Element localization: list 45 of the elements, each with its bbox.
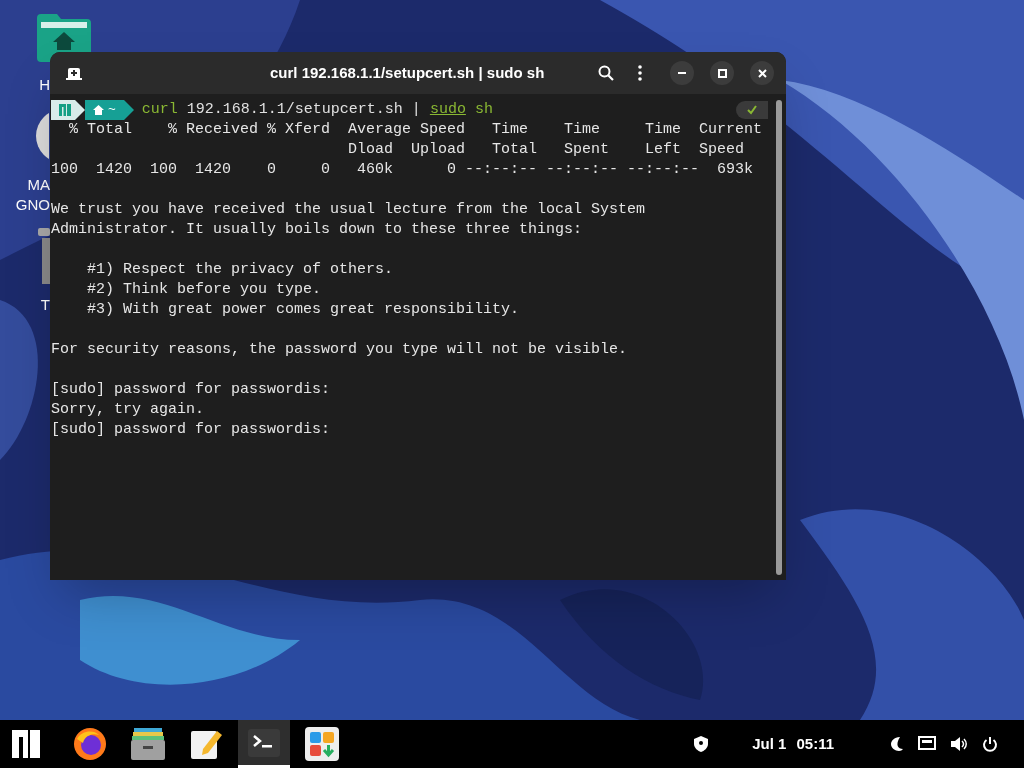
- minimize-button[interactable]: [670, 61, 694, 85]
- terminal-output-line: #2) Think before you type.: [86, 280, 322, 300]
- desktop-icon-label: T: [40, 295, 50, 315]
- terminal-output-line: #3) With great power comes great responsibility.: [86, 300, 520, 320]
- terminal-output-line: We trust you have received the usual lecture from the local System: [51, 200, 646, 220]
- terminal-output-line: For security reasons, the password you type will not be visible.: [51, 340, 628, 360]
- app-grid-icon: [305, 727, 339, 761]
- moon-icon[interactable]: [890, 736, 904, 752]
- maximize-icon: [717, 68, 727, 78]
- power-icon[interactable]: [982, 736, 998, 752]
- clock[interactable]: Jul 1 05:11: [752, 732, 834, 756]
- directory-text: ~: [108, 101, 116, 119]
- terminal-icon: [248, 728, 280, 757]
- shield-icon[interactable]: [694, 736, 709, 752]
- terminal-output-line: Dload Upload Total Spent Left Speed: [347, 140, 745, 160]
- menu-icon[interactable]: [638, 65, 642, 81]
- distro-logo-icon: [59, 104, 71, 116]
- taskbar-app[interactable]: [238, 720, 290, 768]
- terminal-output-line: [sudo] password for passwordis:: [51, 420, 331, 440]
- desktop-icon-label: GNO: [15, 195, 50, 215]
- network-icon[interactable]: [918, 736, 936, 752]
- terminal-output-line: [sudo] password for passwordis:: [51, 380, 331, 400]
- new-tab-icon[interactable]: [66, 66, 82, 80]
- check-icon: [747, 105, 757, 115]
- search-icon[interactable]: [598, 65, 614, 81]
- terminal-output-line: % Total % Received % Xferd Average Speed Time Time Time Current: [68, 120, 763, 140]
- close-icon: [757, 68, 767, 78]
- terminal-output-line: Sorry, try again.: [51, 400, 205, 420]
- file-cabinet-icon: [131, 728, 165, 760]
- desktop-icon-label: H: [39, 75, 50, 95]
- desktop-icon-label: MA: [27, 175, 50, 195]
- close-button[interactable]: [750, 61, 774, 85]
- volume-icon[interactable]: [950, 736, 968, 752]
- scrollbar-thumb[interactable]: [776, 100, 782, 575]
- terminal-output-line: Administrator. It usually boils down to these three things:: [51, 220, 583, 240]
- terminal-output-line: 100 1420 100 1420 0 0 460k 0 --:--:-- --:--:-- --:--:-- 693k: [51, 160, 754, 180]
- maximize-button[interactable]: [710, 61, 734, 85]
- trash-icon[interactable]: [38, 228, 50, 284]
- terminal-output-line: #1) Respect the privacy of others.: [86, 260, 394, 280]
- minimize-icon: [678, 72, 686, 74]
- browser-icon: [73, 727, 107, 761]
- command-text: curl 192.168.1.1/setupcert.sh | sudo sh: [141, 100, 493, 120]
- window-title: curl 192.168.1.1/setupcert.sh | sudo sh: [270, 62, 545, 83]
- home-icon: [93, 105, 104, 115]
- distro-logo-icon: [12, 730, 40, 758]
